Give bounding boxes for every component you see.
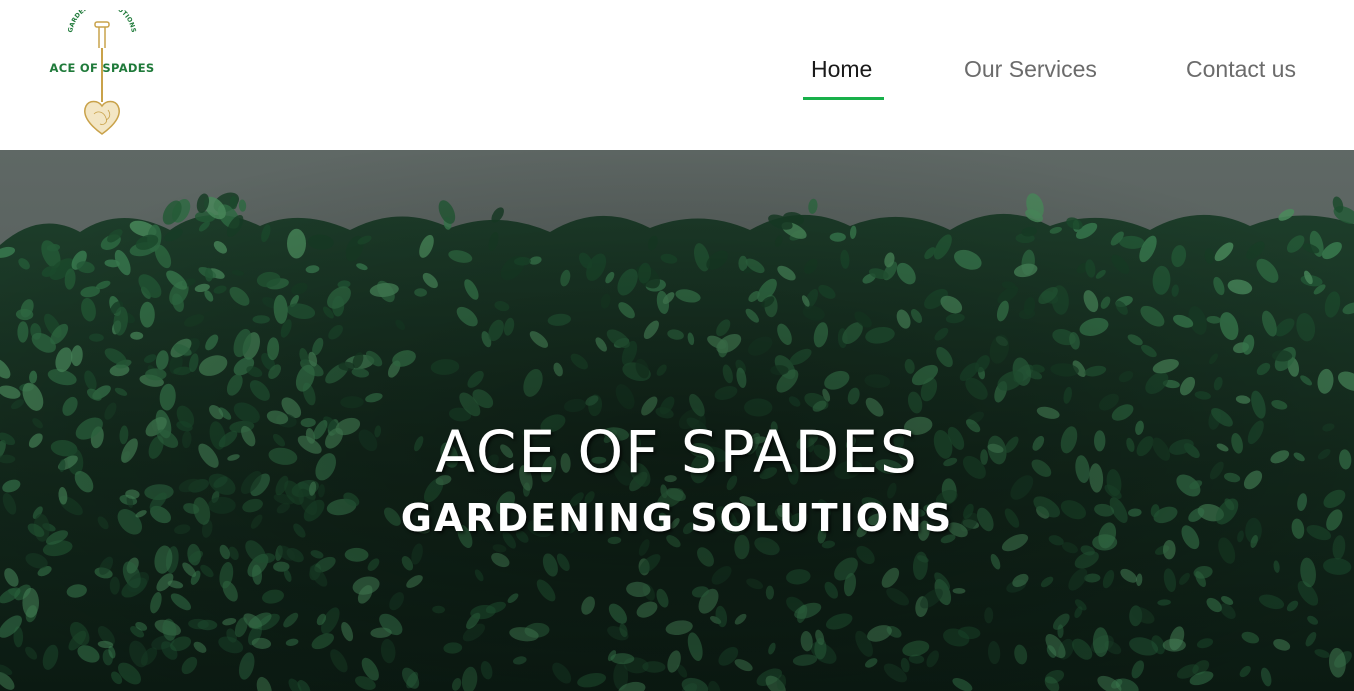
hero-banner: ACE OF SPADES GARDENING SOLUTIONS xyxy=(0,150,1354,691)
hero-title: ACE OF SPADES xyxy=(435,418,919,486)
nav-our-services[interactable]: Our Services xyxy=(964,56,1097,83)
logo-name: ACE OF SPADES xyxy=(49,61,155,75)
site-logo[interactable]: GARDENING SOLUTIONS ACE OF SPADES xyxy=(48,10,156,138)
nav-active-indicator xyxy=(803,97,884,100)
nav-home[interactable]: Home xyxy=(811,56,872,83)
nav-contact-us[interactable]: Contact us xyxy=(1186,56,1296,83)
hero-subtitle: GARDENING SOLUTIONS xyxy=(400,496,954,540)
site-header: GARDENING SOLUTIONS ACE OF SPADES Home O… xyxy=(0,0,1354,150)
